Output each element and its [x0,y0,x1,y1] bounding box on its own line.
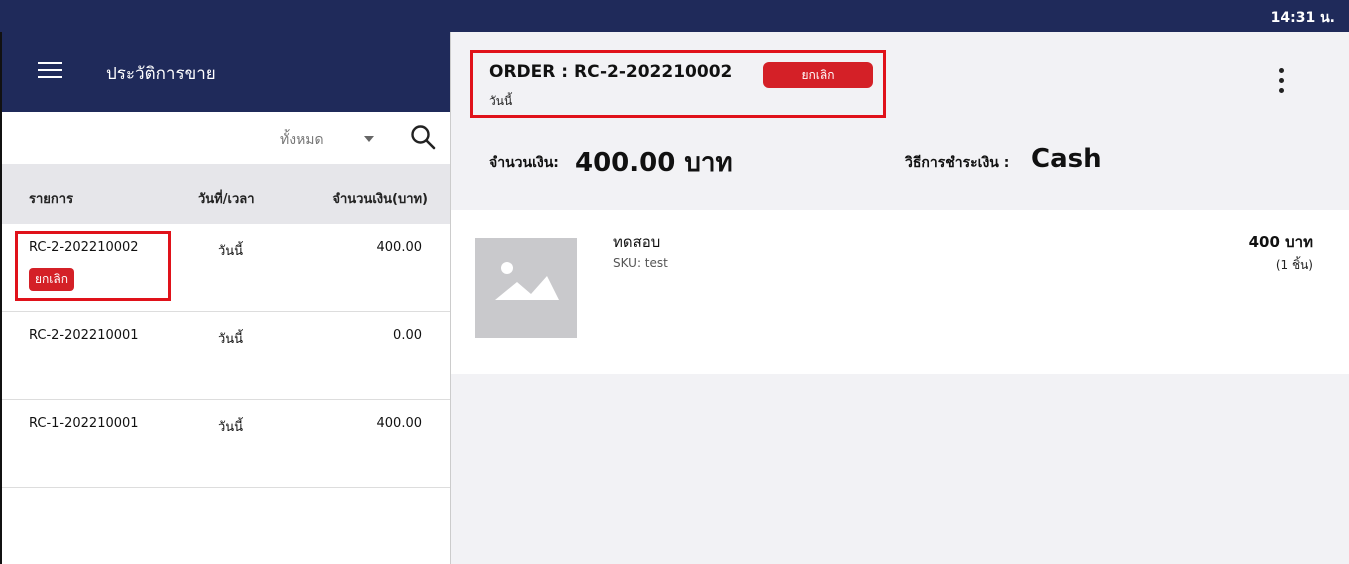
filter-selected-label: ทั้งหมด [280,132,324,148]
caret-down-icon [364,136,374,142]
amount-label: จำนวนเงิน: [489,155,559,171]
status-time: 14:31 น. [1270,10,1335,26]
image-placeholder-icon [475,238,577,338]
order-item: ทดสอบ SKU: test 400 บาท (1 ชิ้น) [451,210,1349,374]
order-title: ORDER : RC-2-202210002 [489,62,733,82]
row-amount: 0.00 [393,328,422,343]
table-row[interactable]: RC-2-202210002 วันนี้ 400.00 ยกเลิก [2,224,450,312]
column-header-date: วันที่/เวลา [198,192,255,207]
row-receipt-id: RC-2-202210001 [29,328,139,343]
order-detail-panel: ORDER : RC-2-202210002 ยกเลิก วันนี้ จำน… [450,32,1349,564]
column-header-amount: จำนวนเงิน(บาท) [332,192,428,207]
table-row[interactable]: RC-1-202210001 วันนี้ 400.00 [2,400,450,488]
sidebar-header: ประวัติการขาย [2,32,450,112]
item-quantity: (1 ชิ้น) [1275,258,1313,272]
row-date: วันนี้ [218,332,244,347]
filter-row: ทั้งหมด [2,112,450,164]
more-options-icon[interactable] [1271,68,1291,102]
row-date: วันนี้ [218,420,244,435]
table-header: รายการ วันที่/เวลา จำนวนเงิน(บาท) [2,164,450,224]
order-cancelled-badge: ยกเลิก [763,62,873,88]
filter-dropdown[interactable]: ทั้งหมด [272,126,382,150]
amount-value: 400.00 บาท [575,148,733,178]
row-receipt-id: RC-1-202210001 [29,416,139,431]
payment-method-label: วิธีการชำระเงิน : [905,155,1010,171]
order-date: วันนี้ [489,94,513,108]
hamburger-menu-icon[interactable] [38,62,62,80]
column-header-item: รายการ [29,192,74,207]
row-receipt-id: RC-2-202210002 [29,240,139,255]
item-name: ทดสอบ [613,233,661,251]
status-bar: 14:31 น. [0,0,1349,32]
row-amount: 400.00 [376,240,423,255]
row-amount: 400.00 [376,416,423,431]
page-title: ประวัติการขาย [106,64,216,84]
row-date: วันนี้ [218,244,244,259]
table-row[interactable]: RC-2-202210001 วันนี้ 0.00 [2,312,450,400]
payment-method-value: Cash [1031,144,1102,174]
item-price: 400 บาท [1248,233,1313,251]
search-icon[interactable] [410,124,436,150]
sales-history-panel: ประวัติการขาย ทั้งหมด รายการ วันที่/เวลา… [0,32,450,564]
row-cancelled-badge: ยกเลิก [29,268,75,291]
item-sku: SKU: test [613,256,668,270]
